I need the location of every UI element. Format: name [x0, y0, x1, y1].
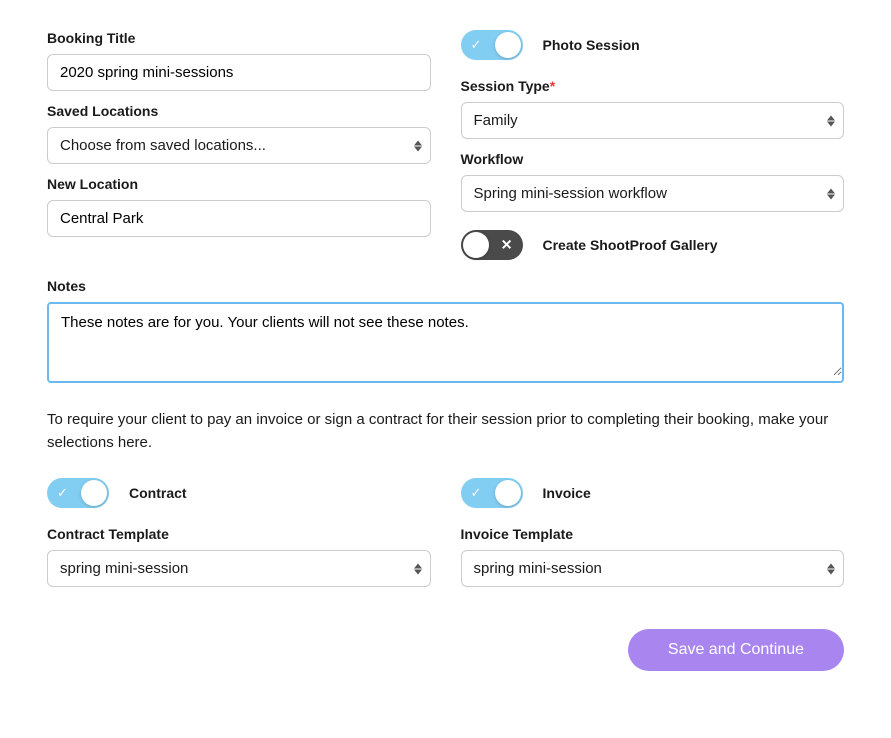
- session-type-value: Family: [474, 112, 518, 129]
- workflow-value: Spring mini-session workflow: [474, 185, 667, 202]
- invoice-template-select[interactable]: spring mini-session: [461, 550, 845, 587]
- shootproof-toggle-row: ✕ Create ShootProof Gallery: [461, 230, 845, 260]
- form-footer: Save and Continue: [47, 629, 844, 671]
- invoice-template-value: spring mini-session: [474, 560, 602, 577]
- contract-toggle-label: Contract: [129, 485, 187, 501]
- invoice-toggle-label: Invoice: [543, 485, 591, 501]
- x-icon: ✕: [501, 237, 513, 254]
- notes-section: Notes: [47, 278, 844, 383]
- save-and-continue-button[interactable]: Save and Continue: [628, 629, 844, 671]
- contract-toggle[interactable]: ✓: [47, 478, 109, 508]
- photo-session-label: Photo Session: [543, 37, 640, 53]
- shootproof-label: Create ShootProof Gallery: [543, 237, 718, 253]
- help-text: To require your client to pay an invoice…: [47, 409, 844, 454]
- contract-template-value: spring mini-session: [60, 560, 188, 577]
- photo-session-toggle[interactable]: ✓: [461, 30, 523, 60]
- booking-title-label: Booking Title: [47, 30, 431, 46]
- workflow-select[interactable]: Spring mini-session workflow: [461, 175, 845, 212]
- toggle-knob: [495, 32, 521, 58]
- saved-locations-value: Choose from saved locations...: [60, 137, 266, 154]
- invoice-column: ✓ Invoice Invoice Template spring mini-s…: [461, 478, 845, 587]
- invoice-template-label: Invoice Template: [461, 526, 845, 542]
- check-icon: ✓: [471, 485, 482, 501]
- select-arrows-icon: [827, 563, 835, 574]
- select-arrows-icon: [414, 563, 422, 574]
- right-column: ✓ Photo Session Session Type* Family Wor…: [461, 30, 845, 260]
- workflow-label: Workflow: [461, 151, 845, 167]
- session-type-select[interactable]: Family: [461, 102, 845, 139]
- check-icon: ✓: [57, 485, 68, 501]
- booking-form: Booking Title Saved Locations Choose fro…: [47, 30, 844, 671]
- select-arrows-icon: [827, 115, 835, 126]
- saved-locations-label: Saved Locations: [47, 103, 431, 119]
- select-arrows-icon: [827, 188, 835, 199]
- top-row: Booking Title Saved Locations Choose fro…: [47, 30, 844, 260]
- toggle-knob: [495, 480, 521, 506]
- toggle-knob: [81, 480, 107, 506]
- contract-toggle-row: ✓ Contract: [47, 478, 431, 508]
- new-location-input[interactable]: [47, 200, 431, 237]
- invoice-toggle[interactable]: ✓: [461, 478, 523, 508]
- photo-session-toggle-row: ✓ Photo Session: [461, 30, 845, 60]
- required-star: *: [550, 78, 555, 94]
- notes-wrapper: [47, 302, 844, 383]
- notes-label: Notes: [47, 278, 844, 294]
- contract-template-label: Contract Template: [47, 526, 431, 542]
- session-type-label: Session Type*: [461, 78, 845, 94]
- select-arrows-icon: [414, 140, 422, 151]
- booking-title-input[interactable]: [47, 54, 431, 91]
- invoice-toggle-row: ✓ Invoice: [461, 478, 845, 508]
- contract-template-select[interactable]: spring mini-session: [47, 550, 431, 587]
- toggle-knob: [463, 232, 489, 258]
- new-location-label: New Location: [47, 176, 431, 192]
- contract-column: ✓ Contract Contract Template spring mini…: [47, 478, 431, 587]
- saved-locations-select[interactable]: Choose from saved locations...: [47, 127, 431, 164]
- left-column: Booking Title Saved Locations Choose fro…: [47, 30, 431, 260]
- notes-textarea[interactable]: [49, 304, 842, 376]
- shootproof-toggle[interactable]: ✕: [461, 230, 523, 260]
- check-icon: ✓: [471, 37, 482, 53]
- contract-invoice-row: ✓ Contract Contract Template spring mini…: [47, 478, 844, 587]
